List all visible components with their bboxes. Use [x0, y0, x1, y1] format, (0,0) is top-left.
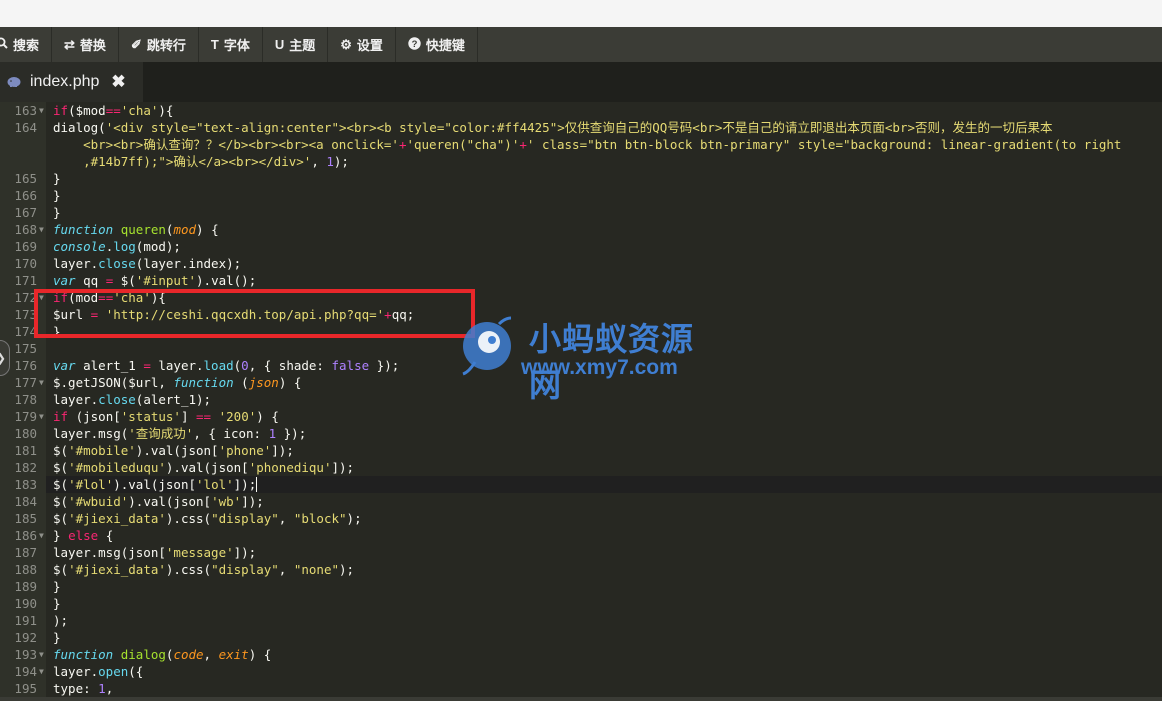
line-number: 169 — [14, 239, 37, 254]
help-icon: ? — [408, 36, 421, 53]
line-number: 189 — [14, 579, 37, 594]
ant-logo-icon — [462, 316, 512, 376]
jump-line-label: 跳转行 — [146, 38, 186, 53]
line-number: 193 — [14, 647, 37, 662]
settings-button[interactable]: ⚙ 设置 — [328, 27, 396, 62]
line-number: 182 — [14, 460, 37, 475]
jump-line-button[interactable]: ✐ 跳转行 — [119, 27, 199, 62]
theme-button[interactable]: U 主题 — [263, 27, 329, 62]
side-panel-toggle[interactable]: ❯ — [0, 340, 10, 376]
gear-icon: ⚙ — [340, 36, 352, 52]
line-number: 195 — [14, 681, 37, 696]
jump-icon: ✐ — [130, 36, 142, 52]
theme-label: 主题 — [289, 38, 316, 53]
line-number: 190 — [14, 596, 37, 611]
font-icon: T — [210, 37, 219, 52]
line-number: 194 — [14, 664, 37, 679]
search-icon — [0, 37, 8, 52]
line-number: 172 — [14, 290, 37, 305]
fold-arrow-icon[interactable]: ▼ — [39, 408, 44, 425]
line-number: 168 — [14, 222, 37, 237]
svg-text:?: ? — [412, 39, 418, 50]
replace-icon: ⇄ — [64, 36, 75, 52]
file-tab-bar: index.php ✖ — [0, 62, 1162, 102]
line-number: 187 — [14, 545, 37, 560]
fold-arrow-icon[interactable]: ▼ — [39, 221, 44, 238]
editor-toolbar: 搜索 ⇄ 替换 ✐ 跳转行 T 字体 U 主题 ⚙ 设置 ? 快捷键 — [0, 27, 1162, 62]
line-number: 180 — [14, 426, 37, 441]
line-number: 192 — [14, 630, 37, 645]
shortcuts-button[interactable]: ? 快捷键 — [396, 27, 478, 62]
fold-arrow-icon[interactable]: ▼ — [39, 102, 44, 119]
close-icon[interactable]: ✖ — [111, 72, 125, 92]
settings-label: 设置 — [356, 38, 383, 53]
tab-index-php[interactable]: index.php ✖ — [0, 62, 143, 102]
line-number: 178 — [14, 392, 37, 407]
replace-label: 替换 — [79, 38, 106, 53]
watermark-url: www.xmy7.com — [521, 356, 678, 379]
line-number: 174 — [14, 324, 37, 339]
highlight-annotation-box — [34, 289, 475, 338]
watermark: 小蚂蚁资源网 www.xmy7.com — [455, 314, 725, 403]
fold-arrow-icon[interactable]: ▼ — [39, 663, 44, 680]
search-button[interactable]: 搜索 — [0, 27, 53, 62]
line-number: 179 — [14, 409, 37, 424]
bottom-scroll-strip[interactable] — [0, 697, 1162, 701]
fold-arrow-icon[interactable]: ▼ — [39, 527, 44, 544]
fold-arrow-icon[interactable]: ▼ — [39, 374, 44, 391]
line-number: 183 — [14, 477, 37, 492]
line-number: 191 — [14, 613, 37, 628]
font-button[interactable]: T 字体 — [199, 27, 263, 62]
shortcuts-label: 快捷键 — [425, 38, 465, 53]
line-number: 170 — [14, 256, 37, 271]
line-number: 167 — [14, 205, 37, 220]
replace-button[interactable]: ⇄ 替换 — [52, 27, 119, 62]
theme-icon: U — [274, 37, 285, 52]
line-number: 163 — [14, 103, 37, 118]
line-number: 184 — [14, 494, 37, 509]
line-number: 164 — [14, 120, 37, 135]
line-number: 186 — [14, 528, 37, 543]
line-number: 188 — [14, 562, 37, 577]
php-elephant-icon — [6, 74, 22, 90]
code-editor[interactable]: 163 ▼ if($mod=='cha'){ 164 dialog('<div sty… — [0, 102, 1162, 701]
line-number: 177 — [14, 375, 37, 390]
line-number: 173 — [14, 307, 37, 322]
line-number: 171 — [14, 273, 37, 288]
search-label: 搜索 — [13, 38, 40, 53]
window-top-strip — [0, 0, 1162, 27]
font-label: 字体 — [223, 38, 250, 53]
line-number: 166 — [14, 188, 37, 203]
line-number: 181 — [14, 443, 37, 458]
tab-filename: index.php — [30, 73, 100, 90]
line-number: 185 — [14, 511, 37, 526]
fold-arrow-icon[interactable]: ▼ — [39, 646, 44, 663]
line-number: 165 — [14, 171, 37, 186]
